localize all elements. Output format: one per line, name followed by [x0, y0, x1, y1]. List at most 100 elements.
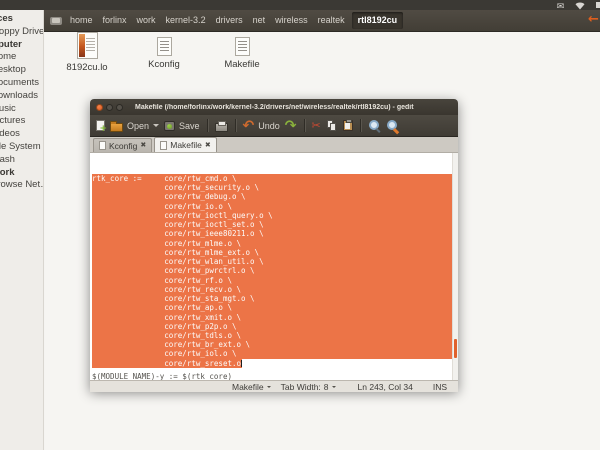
save-label: Save [179, 121, 200, 131]
sidebar-item[interactable]: Trash [0, 154, 43, 167]
sidebar-item[interactable]: Home [0, 51, 43, 64]
code-line: core/rtw_rf.o \ [92, 276, 454, 285]
editor-tab[interactable]: Kconfig [93, 138, 152, 152]
code-line-clipped: $(MODULE_NAME)-y := $(rtk_core) [92, 372, 232, 380]
tab-label: Kconfig [109, 141, 137, 151]
breadcrumb-item[interactable]: net [248, 10, 271, 31]
cut-button[interactable] [312, 120, 321, 132]
file-name: Kconfig [142, 59, 186, 70]
breadcrumb-item[interactable]: rtl8192cu [352, 12, 404, 29]
sidebar-item[interactable]: File System [0, 141, 43, 154]
sidebar-item[interactable]: Network [0, 167, 43, 180]
tab-width-selector[interactable]: Tab Width: 8 [281, 382, 336, 392]
gedit-window: Makefile (/home/forlinx/work/kernel-3.2/… [90, 99, 458, 390]
redo-button[interactable] [285, 120, 297, 132]
file-item[interactable]: 8192cu.lo [65, 32, 109, 73]
open-folder-icon [110, 123, 123, 132]
search-button[interactable] [368, 119, 381, 132]
file-name: 8192cu.lo [65, 62, 109, 73]
breadcrumb-item[interactable]: home [65, 10, 98, 31]
code-line: core/rtw_ieee80211.o \ [92, 229, 454, 238]
breadcrumb-item[interactable]: realtek [313, 10, 350, 31]
scrollbar-thumb[interactable] [454, 339, 457, 358]
undo-label: Undo [258, 121, 280, 131]
code-line: core/rtw_br_ext.o \ [92, 340, 454, 349]
gedit-titlebar[interactable]: Makefile (/home/forlinx/work/kernel-3.2/… [90, 99, 458, 115]
code-line: core/rtw_debug.o \ [92, 192, 454, 201]
code-line: core/rtw_security.o \ [92, 183, 454, 192]
breadcrumb-item[interactable]: wireless [270, 10, 313, 31]
gedit-toolbar: Open Save Undo [90, 115, 458, 137]
print-button[interactable] [215, 120, 228, 132]
network-indicator-icon[interactable] [574, 1, 586, 10]
copy-icon [326, 120, 338, 132]
new-document-button[interactable] [96, 120, 105, 131]
toolbar-separator [235, 119, 236, 132]
language-selector[interactable]: Makefile [232, 382, 271, 392]
tab-bar: Kconfig Makefile [90, 137, 458, 153]
sidebar-item[interactable]: Pictures [0, 115, 43, 128]
toolbar-separator [207, 119, 208, 132]
code-line: core/rtw_recv.o \ [92, 285, 454, 294]
editor-tab[interactable]: Makefile [154, 137, 217, 152]
system-panel [0, 0, 600, 10]
cursor-position: Ln 243, Col 34 [358, 382, 413, 392]
chevron-down-icon [332, 386, 336, 390]
paste-icon [343, 120, 353, 131]
copy-button[interactable] [326, 120, 338, 132]
sidebar-item[interactable]: Floppy Drive [0, 26, 43, 39]
breadcrumb-item[interactable]: work [132, 10, 161, 31]
sidebar-item[interactable]: Desktop [0, 64, 43, 77]
sidebar-item[interactable]: Browse Net… [0, 179, 43, 192]
pathbar-scroll-left-icon[interactable] [588, 13, 600, 29]
save-icon [164, 121, 175, 131]
open-label: Open [127, 121, 149, 131]
file-item[interactable]: Kconfig [142, 32, 186, 70]
code-line: core/rtw_ap.o \ [92, 303, 454, 312]
maximize-button[interactable] [116, 104, 123, 111]
insert-mode-indicator: INS [433, 382, 447, 392]
status-bar: Makefile Tab Width: 8 Ln 243, Col 34 INS [90, 380, 458, 392]
file-icon [77, 32, 98, 59]
sidebar-item[interactable]: Computer [0, 39, 43, 52]
open-button[interactable]: Open [110, 120, 159, 132]
undo-icon [243, 120, 255, 132]
computer-icon[interactable] [50, 17, 62, 25]
code-line: core/rtw_pwrctrl.o \ [92, 266, 454, 275]
save-button[interactable]: Save [164, 121, 200, 131]
file-icon [235, 37, 250, 56]
code-line: core/rtw_wlan_util.o \ [92, 257, 454, 266]
code-line: rtk_core := core/rtw_cmd.o \ [92, 174, 454, 183]
close-button[interactable] [96, 104, 103, 111]
code-selection-block: rtk_core := core/rtw_cmd.o \ core/rtw_se… [92, 174, 454, 368]
chevron-down-icon [267, 386, 271, 390]
code-line: core/rtw_mlme.o \ [92, 239, 454, 248]
code-line: core/rtw_io.o \ [92, 202, 454, 211]
tab-close-icon[interactable] [205, 142, 211, 149]
sidebar-item[interactable]: Documents [0, 77, 43, 90]
sidebar-item[interactable]: Music [0, 103, 43, 116]
breadcrumb-item[interactable]: kernel-3.2 [161, 10, 211, 31]
search-replace-icon [386, 119, 399, 132]
undo-button[interactable]: Undo [243, 120, 280, 132]
sidebar-item[interactable]: Downloads [0, 90, 43, 103]
cut-icon [312, 120, 321, 132]
text-editor[interactable]: rtk_core := core/rtw_cmd.o \ core/rtw_se… [90, 153, 458, 380]
code-line: core/rtw_ioctl_set.o \ [92, 220, 454, 229]
file-name: Makefile [220, 59, 264, 70]
scrollbar[interactable] [452, 153, 458, 380]
sidebar-item[interactable]: Devices [0, 13, 43, 26]
code-line: core/rtw_iol.o \ [92, 349, 454, 358]
breadcrumb-item[interactable]: drivers [211, 10, 248, 31]
minimize-button[interactable] [106, 104, 113, 111]
file-item[interactable]: Makefile [220, 32, 264, 70]
breadcrumb-item[interactable]: forlinx [98, 10, 132, 31]
paste-button[interactable] [343, 120, 353, 131]
places-sidebar: DevicesFloppy DriveComputerHomeDesktopDo… [0, 10, 44, 450]
replace-button[interactable] [386, 119, 399, 132]
tab-label: Makefile [170, 140, 202, 150]
battery-indicator-icon[interactable] [596, 2, 600, 8]
message-indicator-icon[interactable] [555, 0, 566, 10]
tab-close-icon[interactable] [140, 142, 146, 149]
sidebar-item[interactable]: Videos [0, 128, 43, 141]
